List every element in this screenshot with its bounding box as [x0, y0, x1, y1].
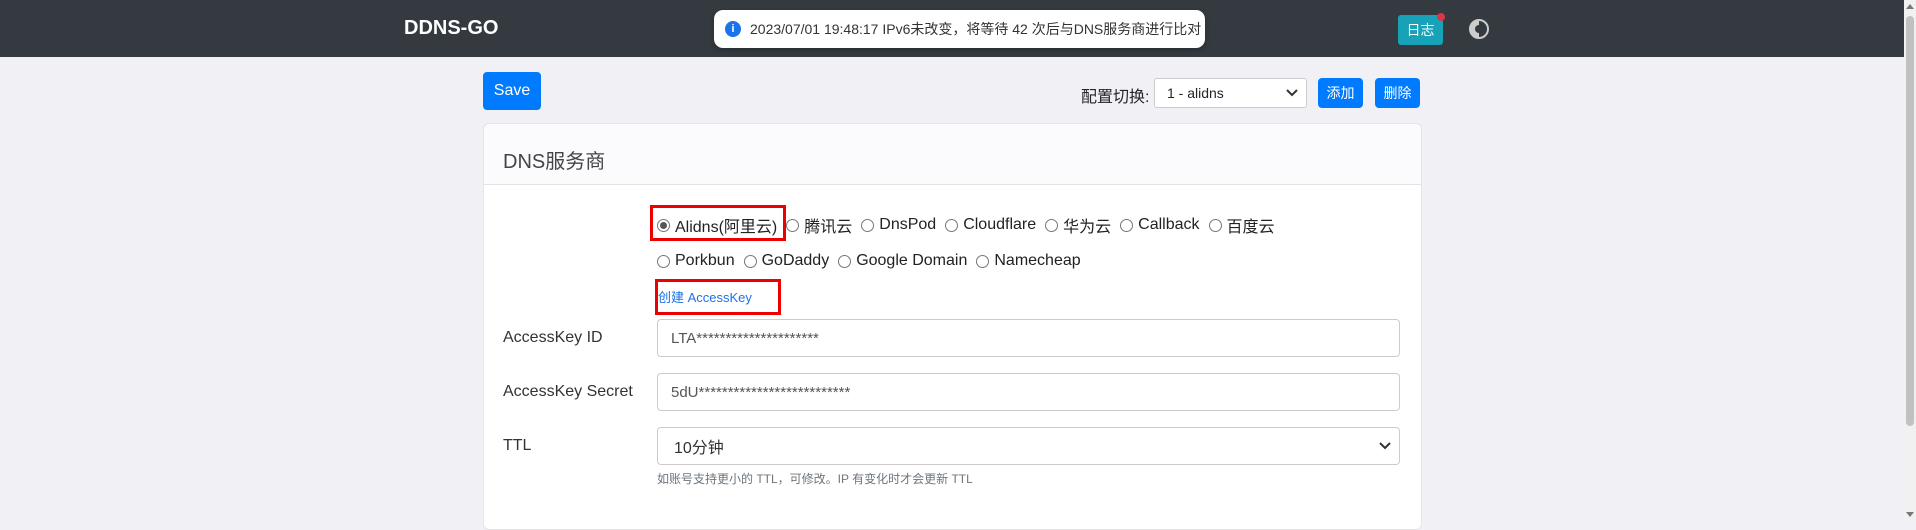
provider-option-callback[interactable]: Callback — [1120, 216, 1200, 234]
provider-label: Cloudflare — [963, 216, 1037, 233]
provider-option-namecheap[interactable]: Namecheap — [976, 252, 1081, 270]
config-switch-label: 配置切换: — [1081, 89, 1150, 106]
radio-button[interactable] — [1120, 218, 1134, 232]
accesskey-id-input[interactable]: LTA********************* — [657, 319, 1400, 357]
provider-label: Callback — [1138, 216, 1200, 233]
log-button-label: 日志 — [1406, 22, 1435, 38]
add-config-button[interactable]: 添加 — [1318, 78, 1363, 108]
provider-row-2: Porkbun GoDaddy Google Domain Namecheap — [657, 252, 1090, 270]
accesskey-id-label: AccessKey ID — [503, 329, 603, 346]
radio-button[interactable] — [1045, 218, 1059, 232]
provider-option-godaddy[interactable]: GoDaddy — [743, 252, 830, 270]
config-select-value: 1 - alidns — [1167, 85, 1224, 101]
provider-label: 华为云 — [1063, 219, 1112, 236]
provider-option-cloudflare[interactable]: Cloudflare — [945, 216, 1036, 234]
theme-toggle-icon[interactable] — [1468, 18, 1490, 40]
page-scrollbar[interactable] — [1904, 0, 1916, 522]
scroll-up-arrow[interactable] — [1906, 4, 1914, 9]
provider-option-porkbun[interactable]: Porkbun — [657, 252, 735, 270]
provider-option-dnspod[interactable]: DnsPod — [861, 216, 936, 234]
config-select[interactable]: 1 - alidns — [1154, 78, 1307, 108]
log-button[interactable]: 日志 — [1398, 13, 1445, 45]
provider-label: 腾讯云 — [804, 219, 853, 236]
radio-button[interactable] — [657, 254, 670, 268]
toast-message: 2023/07/01 19:48:17 IPv6未改变，将等待 42 次后与DN… — [750, 21, 1202, 37]
radio-button[interactable] — [976, 254, 990, 268]
provider-label: GoDaddy — [761, 252, 830, 269]
provider-option-google-domain[interactable]: Google Domain — [838, 252, 967, 270]
chevron-down-icon — [1286, 89, 1298, 97]
create-accesskey-link[interactable]: 创建 AccessKey — [658, 287, 752, 306]
provider-label: 百度云 — [1226, 219, 1275, 236]
ttl-select[interactable]: 10分钟 — [657, 427, 1400, 465]
provider-option-huawei[interactable]: 华为云 — [1045, 213, 1111, 237]
scroll-down-arrow[interactable] — [1906, 512, 1914, 517]
delete-config-button[interactable]: 删除 — [1375, 78, 1420, 108]
accesskey-secret-input[interactable]: 5dU************************** — [657, 373, 1400, 411]
provider-label: DnsPod — [879, 216, 937, 233]
info-icon: i — [725, 21, 741, 37]
notification-dot — [1437, 13, 1445, 21]
radio-button[interactable] — [861, 218, 875, 232]
radio-button[interactable] — [1208, 218, 1222, 232]
ttl-select-value: 10分钟 — [674, 440, 724, 457]
card-header: DNS服务商 — [484, 124, 1421, 185]
radio-button[interactable] — [945, 218, 959, 232]
chevron-down-icon — [1379, 442, 1391, 450]
provider-label: Google Domain — [856, 252, 968, 269]
radio-button[interactable] — [786, 218, 800, 232]
provider-label: Namecheap — [994, 252, 1081, 269]
radio-button[interactable] — [743, 254, 757, 268]
highlight-box-provider — [650, 205, 786, 241]
provider-option-baidu[interactable]: 百度云 — [1208, 213, 1275, 237]
save-button[interactable]: Save — [483, 72, 541, 110]
provider-label: Porkbun — [675, 252, 735, 269]
provider-option-tencent[interactable]: 腾讯云 — [786, 213, 852, 237]
ttl-label: TTL — [503, 437, 532, 454]
accesskey-secret-label: AccessKey Secret — [503, 383, 633, 400]
brand-logo[interactable]: DDNS-GO — [404, 17, 498, 40]
card-title: DNS服务商 — [503, 151, 606, 173]
scrollbar-thumb[interactable] — [1906, 16, 1914, 426]
radio-button[interactable] — [838, 254, 852, 268]
ttl-help-text: 如账号支持更小的 TTL，可修改。IP 有变化时才会更新 TTL — [657, 472, 973, 486]
notification-toast: i 2023/07/01 19:48:17 IPv6未改变，将等待 42 次后与… — [714, 10, 1205, 48]
